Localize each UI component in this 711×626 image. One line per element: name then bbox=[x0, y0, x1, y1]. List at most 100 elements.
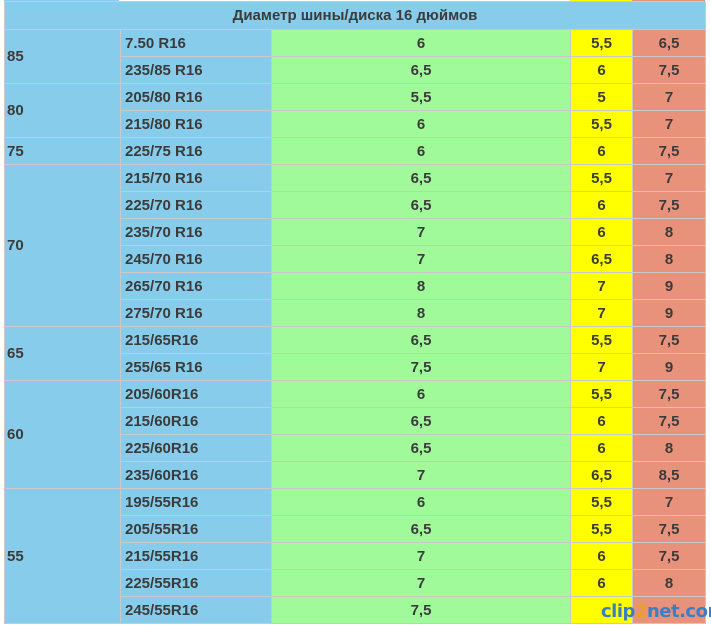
max-width-cell: 7,5 bbox=[631, 326, 707, 354]
max-width-cell: 7,5 bbox=[631, 137, 707, 165]
profile-cell: 80 bbox=[4, 83, 121, 138]
width-cell: 6,5 bbox=[271, 407, 571, 435]
size-cell: 245/70 R16 bbox=[120, 245, 272, 273]
size-cell: 275/70 R16 bbox=[120, 299, 272, 327]
size-cell: 215/65R16 bbox=[120, 326, 272, 354]
size-cell: 195/55R16 bbox=[120, 488, 272, 516]
max-width-cell: 7,5 bbox=[631, 542, 707, 570]
size-cell: 205/80 R16 bbox=[120, 83, 272, 111]
min-width-cell: 6 bbox=[570, 542, 633, 570]
width-cell: 6,5 bbox=[271, 56, 571, 84]
max-width-cell: 7 bbox=[631, 110, 707, 138]
max-width-cell: 7 bbox=[631, 488, 707, 516]
width-cell: 6,5 bbox=[271, 326, 571, 354]
min-width-cell: 6 bbox=[570, 218, 633, 246]
size-cell: 255/65 R16 bbox=[120, 353, 272, 381]
size-cell: 215/70 R16 bbox=[120, 164, 272, 192]
size-cell: 205/60R16 bbox=[120, 380, 272, 408]
table-row: 75 225/75 R16 6 6 7,5 bbox=[4, 137, 707, 165]
width-cell: 5,5 bbox=[271, 83, 571, 111]
table-row: 60 205/60R16 6 5,5 7,5 bbox=[4, 380, 707, 489]
width-cell: 6 bbox=[271, 137, 571, 165]
width-cell: 6,5 bbox=[271, 515, 571, 543]
table-row: 85 7.50 R16 6 5,5 6,5 bbox=[4, 29, 707, 84]
min-width-cell: 7 bbox=[570, 353, 633, 381]
table-row: 80 205/80 R16 5,5 5 7 bbox=[4, 83, 707, 138]
size-cell: 265/70 R16 bbox=[120, 272, 272, 300]
size-cell: 235/85 R16 bbox=[120, 56, 272, 84]
min-width-cell: 6 bbox=[570, 191, 633, 219]
table-row: 55 195/55R16 6 5,5 7 bbox=[4, 488, 707, 624]
min-width-cell: 5,5 bbox=[570, 380, 633, 408]
tire-size-table: Диаметр шины/диска 16 дюймов 85 7.50 R16 6… bbox=[3, 1, 707, 624]
width-cell: 7 bbox=[271, 569, 571, 597]
table-header-row: Диаметр шины/диска 16 дюймов bbox=[3, 1, 707, 30]
max-width-cell: 9 bbox=[631, 353, 707, 381]
width-cell: 7 bbox=[271, 245, 571, 273]
size-cell: 225/60R16 bbox=[120, 434, 272, 462]
width-cell: 7,5 bbox=[271, 353, 571, 381]
min-width-cell: 7 bbox=[570, 299, 633, 327]
min-width-cell: 5,5 bbox=[570, 488, 633, 516]
min-width-cell: 6 bbox=[570, 407, 633, 435]
max-width-cell: 7,5 bbox=[631, 56, 707, 84]
size-cell: 245/55R16 bbox=[120, 596, 272, 624]
table-row: 70 215/70 R16 6,5 5,5 7 bbox=[4, 164, 707, 327]
profile-cell: 65 bbox=[4, 326, 121, 381]
width-cell: 7 bbox=[271, 461, 571, 489]
width-cell: 8 bbox=[271, 272, 571, 300]
max-width-cell: 8 bbox=[631, 218, 707, 246]
max-width-cell: 7,5 bbox=[631, 191, 707, 219]
size-cell: 235/60R16 bbox=[120, 461, 272, 489]
size-cell: 225/70 R16 bbox=[120, 191, 272, 219]
min-width-cell: 6,5 bbox=[570, 245, 633, 273]
width-cell: 6,5 bbox=[271, 164, 571, 192]
max-width-cell: 7,5 bbox=[631, 380, 707, 408]
width-cell: 8 bbox=[271, 299, 571, 327]
max-width-cell: 8 bbox=[631, 245, 707, 273]
min-width-cell: 5,5 bbox=[570, 110, 633, 138]
width-cell: 6 bbox=[271, 380, 571, 408]
max-width-cell: 9 bbox=[631, 272, 707, 300]
width-cell: 7 bbox=[271, 542, 571, 570]
profile-cell: 70 bbox=[4, 164, 121, 327]
width-cell: 7,5 bbox=[271, 596, 571, 624]
width-cell: 7 bbox=[271, 218, 571, 246]
min-width-cell: 5,5 bbox=[570, 29, 633, 57]
watermark-text: clip2net.com bbox=[601, 600, 711, 622]
size-cell: 7.50 R16 bbox=[120, 29, 272, 57]
width-cell: 6 bbox=[271, 29, 571, 57]
profile-cell: 85 bbox=[4, 29, 121, 84]
size-cell: 205/55R16 bbox=[120, 515, 272, 543]
size-cell: 215/55R16 bbox=[120, 542, 272, 570]
min-width-cell: 6,5 bbox=[570, 461, 633, 489]
min-width-cell: 5,5 bbox=[570, 326, 633, 354]
width-cell: 6 bbox=[271, 488, 571, 516]
width-cell: 6 bbox=[271, 110, 571, 138]
size-cell: 215/80 R16 bbox=[120, 110, 272, 138]
min-width-cell: 5,5 bbox=[570, 515, 633, 543]
min-width-cell: 5,5 bbox=[570, 164, 633, 192]
size-cell: 215/60R16 bbox=[120, 407, 272, 435]
clip2net-watermark: clip2net.com bbox=[601, 598, 711, 624]
max-width-cell: 7 bbox=[631, 83, 707, 111]
size-cell: 225/55R16 bbox=[120, 569, 272, 597]
size-cell: 235/70 R16 bbox=[120, 218, 272, 246]
max-width-cell: 7,5 bbox=[631, 515, 707, 543]
min-width-cell: 5 bbox=[570, 83, 633, 111]
profile-cell: 75 bbox=[4, 137, 121, 165]
table-title: Диаметр шины/диска 16 дюймов bbox=[3, 1, 707, 30]
size-cell: 225/75 R16 bbox=[120, 137, 272, 165]
max-width-cell: 6,5 bbox=[631, 29, 707, 57]
width-cell: 6,5 bbox=[271, 434, 571, 462]
min-width-cell: 6 bbox=[570, 137, 633, 165]
max-width-cell: 8 bbox=[631, 434, 707, 462]
profile-cell: 55 bbox=[4, 488, 121, 624]
table-row: 65 215/65R16 6,5 5,5 7,5 bbox=[4, 326, 707, 381]
max-width-cell: 8 bbox=[631, 569, 707, 597]
min-width-cell: 6 bbox=[570, 569, 633, 597]
profile-cell: 60 bbox=[4, 380, 121, 489]
min-width-cell: 6 bbox=[570, 56, 633, 84]
max-width-cell: 8,5 bbox=[631, 461, 707, 489]
max-width-cell: 7 bbox=[631, 164, 707, 192]
